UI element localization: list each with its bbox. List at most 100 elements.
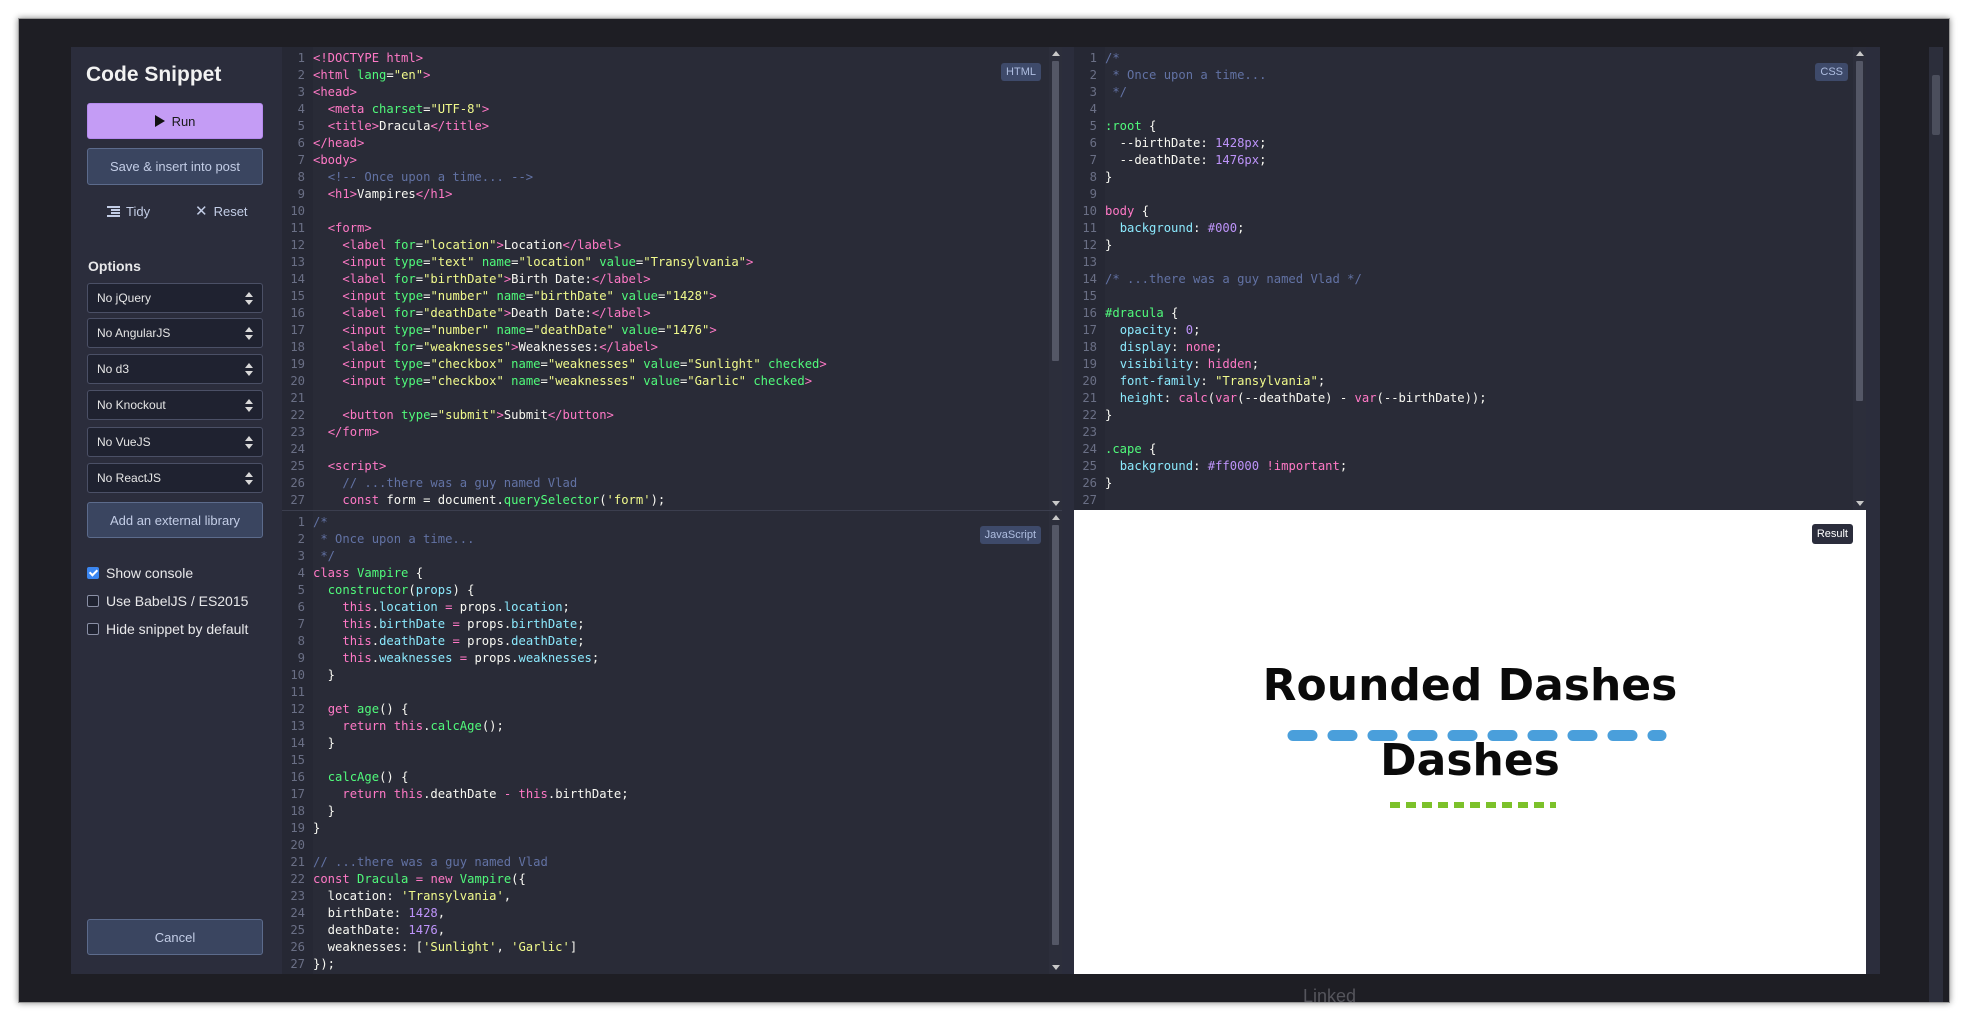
vuejs-select[interactable]: No VueJS bbox=[87, 427, 263, 457]
code-line[interactable]: 12} bbox=[1074, 237, 1866, 254]
code-line[interactable]: 19} bbox=[282, 820, 1062, 837]
code-line[interactable]: 11 <form> bbox=[282, 220, 1062, 237]
html-editor[interactable]: 1 <!DOCTYPE html> 2 <html lang="en"> 3 <head>… bbox=[282, 47, 1062, 510]
babeljs-option[interactable]: Use BabelJS / ES2015 bbox=[87, 593, 248, 609]
code-line[interactable]: 21 height: calc(var(--deathDate) - var(-… bbox=[1074, 390, 1866, 407]
code-line[interactable]: 1 /* bbox=[282, 514, 1062, 531]
code-line[interactable]: 16 calcAge() { bbox=[282, 769, 1062, 786]
scroll-up-icon[interactable] bbox=[1052, 51, 1060, 56]
code-line[interactable]: 16 #dracula { bbox=[1074, 305, 1866, 322]
html-code[interactable]: 1 <!DOCTYPE html> 2 <html lang="en"> 3 <head>… bbox=[282, 50, 1062, 509]
code-line[interactable]: 26} bbox=[1074, 475, 1866, 492]
code-line[interactable]: 4 class Vampire { bbox=[282, 565, 1062, 582]
javascript-code[interactable]: 1/* 2 * Once upon a time... 3 */4 class Vam… bbox=[282, 514, 1062, 973]
code-line[interactable]: 26 weaknesses: ['Sunlight', 'Garlic'] bbox=[282, 939, 1062, 956]
result-badge[interactable]: Result bbox=[1811, 524, 1853, 544]
code-line[interactable]: 3 */ bbox=[1074, 84, 1866, 101]
code-line[interactable]: 7 this.birthDate = props.birthDate; bbox=[282, 616, 1062, 633]
code-line[interactable]: 27}); bbox=[282, 956, 1062, 973]
hide-snippet-checkbox[interactable] bbox=[87, 623, 99, 635]
code-line[interactable]: 11 background: #000; bbox=[1074, 220, 1866, 237]
reset-button[interactable]: ✕ Reset bbox=[195, 204, 248, 219]
css-code[interactable]: 1/* 2 * Once upon a time... 3 */4 5:root {6… bbox=[1074, 50, 1866, 509]
code-line[interactable]: 8} bbox=[1074, 169, 1866, 186]
code-line[interactable]: 14 <label for="birthDate">Birth Date:</l… bbox=[282, 271, 1062, 288]
code-line[interactable]: 21 bbox=[282, 390, 1062, 407]
code-line[interactable]: 17 return this.deathDate - this.birthDat… bbox=[282, 786, 1062, 803]
code-line[interactable]: 22 const Dracula = new Vampire({ bbox=[282, 871, 1062, 888]
css-scrollbar[interactable] bbox=[1853, 47, 1866, 510]
code-line[interactable]: 7 --deathDate: 1476px; bbox=[1074, 152, 1866, 169]
code-line[interactable]: 23 location: 'Transylvania', bbox=[282, 888, 1062, 905]
css-badge[interactable]: CSS bbox=[1815, 63, 1848, 81]
code-line[interactable]: 10 body { bbox=[1074, 203, 1866, 220]
scroll-up-icon[interactable] bbox=[1052, 515, 1060, 520]
code-line[interactable]: 15 bbox=[1074, 288, 1866, 305]
code-line[interactable]: 20 <input type="checkbox" name="weakness… bbox=[282, 373, 1062, 390]
code-line[interactable]: 3 */ bbox=[282, 548, 1062, 565]
code-line[interactable]: 3 <head> bbox=[282, 84, 1062, 101]
code-line[interactable]: 23 </form> bbox=[282, 424, 1062, 441]
html-scrollbar[interactable] bbox=[1049, 47, 1062, 510]
run-button[interactable]: Run bbox=[87, 103, 263, 139]
css-editor[interactable]: 1/* 2 * Once upon a time... 3 */4 5:root {6… bbox=[1074, 47, 1866, 510]
scroll-down-icon[interactable] bbox=[1856, 501, 1864, 506]
js-scroll-thumb[interactable] bbox=[1052, 525, 1059, 945]
code-line[interactable]: 20 font-family: "Transylvania"; bbox=[1074, 373, 1866, 390]
code-line[interactable]: 12 get age() { bbox=[282, 701, 1062, 718]
code-line[interactable]: 18 <label for="weaknesses">Weaknesses:</… bbox=[282, 339, 1062, 356]
code-line[interactable]: 6 this.location = props.location; bbox=[282, 599, 1062, 616]
scroll-down-icon[interactable] bbox=[1052, 501, 1060, 506]
code-line[interactable]: 11 bbox=[282, 684, 1062, 701]
knockout-select[interactable]: No Knockout bbox=[87, 390, 263, 420]
code-line[interactable]: 19 visibility: hidden; bbox=[1074, 356, 1866, 373]
show-console-checkbox[interactable] bbox=[87, 567, 99, 579]
code-line[interactable]: 7 <body> bbox=[282, 152, 1062, 169]
code-line[interactable]: 24 .cape { bbox=[1074, 441, 1866, 458]
code-line[interactable]: 15 bbox=[282, 752, 1062, 769]
code-line[interactable]: 9 <h1>Vampires</h1> bbox=[282, 186, 1062, 203]
save-insert-button[interactable]: Save & insert into post bbox=[87, 148, 263, 185]
code-line[interactable]: 14 } bbox=[282, 735, 1062, 752]
code-line[interactable]: 15 <input type="number" name="birthDate"… bbox=[282, 288, 1062, 305]
code-line[interactable]: 10 bbox=[282, 203, 1062, 220]
code-line[interactable]: 27 const form = document.querySelector('… bbox=[282, 492, 1062, 509]
code-line[interactable]: 18 } bbox=[282, 803, 1062, 820]
js-scrollbar[interactable] bbox=[1049, 511, 1062, 974]
code-line[interactable]: 6 </head> bbox=[282, 135, 1062, 152]
tidy-button[interactable]: Tidy bbox=[107, 204, 150, 219]
code-line[interactable]: 26 // ...there was a guy named Vlad bbox=[282, 475, 1062, 492]
code-line[interactable]: 27 bbox=[1074, 492, 1866, 509]
page-scrollbar-thumb[interactable] bbox=[1932, 75, 1940, 135]
code-line[interactable]: 5 constructor(props) { bbox=[282, 582, 1062, 599]
hide-snippet-option[interactable]: Hide snippet by default bbox=[87, 621, 248, 637]
code-line[interactable]: 5:root { bbox=[1074, 118, 1866, 135]
code-line[interactable]: 18 display: none; bbox=[1074, 339, 1866, 356]
code-line[interactable]: 22 <button type="submit">Submit</button> bbox=[282, 407, 1062, 424]
jquery-select[interactable]: No jQuery bbox=[87, 283, 263, 313]
code-line[interactable]: 17 <input type="number" name="deathDate"… bbox=[282, 322, 1062, 339]
code-line[interactable]: 10 } bbox=[282, 667, 1062, 684]
code-line[interactable]: 12 <label for="location">Location</label… bbox=[282, 237, 1062, 254]
code-line[interactable]: 1 /* bbox=[1074, 50, 1866, 67]
html-badge[interactable]: HTML bbox=[1001, 63, 1041, 81]
code-line[interactable]: 6 --birthDate: 1428px; bbox=[1074, 135, 1866, 152]
page-scrollbar[interactable] bbox=[1929, 47, 1943, 1002]
code-line[interactable]: 8 <!-- Once upon a time... --> bbox=[282, 169, 1062, 186]
code-line[interactable]: 5 <title>Dracula</title> bbox=[282, 118, 1062, 135]
code-line[interactable]: 2 * Once upon a time... bbox=[282, 531, 1062, 548]
code-line[interactable]: 25 background: #ff0000 !important; bbox=[1074, 458, 1866, 475]
angularjs-select[interactable]: No AngularJS bbox=[87, 318, 263, 348]
css-scroll-thumb[interactable] bbox=[1856, 61, 1863, 401]
d3-select[interactable]: No d3 bbox=[87, 354, 263, 384]
code-line[interactable]: 25 <script> bbox=[282, 458, 1062, 475]
code-line[interactable]: 9 this.weaknesses = props.weaknesses; bbox=[282, 650, 1062, 667]
code-line[interactable]: 2 * Once upon a time... bbox=[1074, 67, 1866, 84]
code-line[interactable]: 4 bbox=[1074, 101, 1866, 118]
code-line[interactable]: 4 <meta charset="UTF-8"> bbox=[282, 101, 1062, 118]
code-line[interactable]: 17 opacity: 0; bbox=[1074, 322, 1866, 339]
code-line[interactable]: 19 <input type="checkbox" name="weakness… bbox=[282, 356, 1062, 373]
reactjs-select[interactable]: No ReactJS bbox=[87, 463, 263, 493]
code-line[interactable]: 13 bbox=[1074, 254, 1866, 271]
code-line[interactable]: 25 deathDate: 1476, bbox=[282, 922, 1062, 939]
